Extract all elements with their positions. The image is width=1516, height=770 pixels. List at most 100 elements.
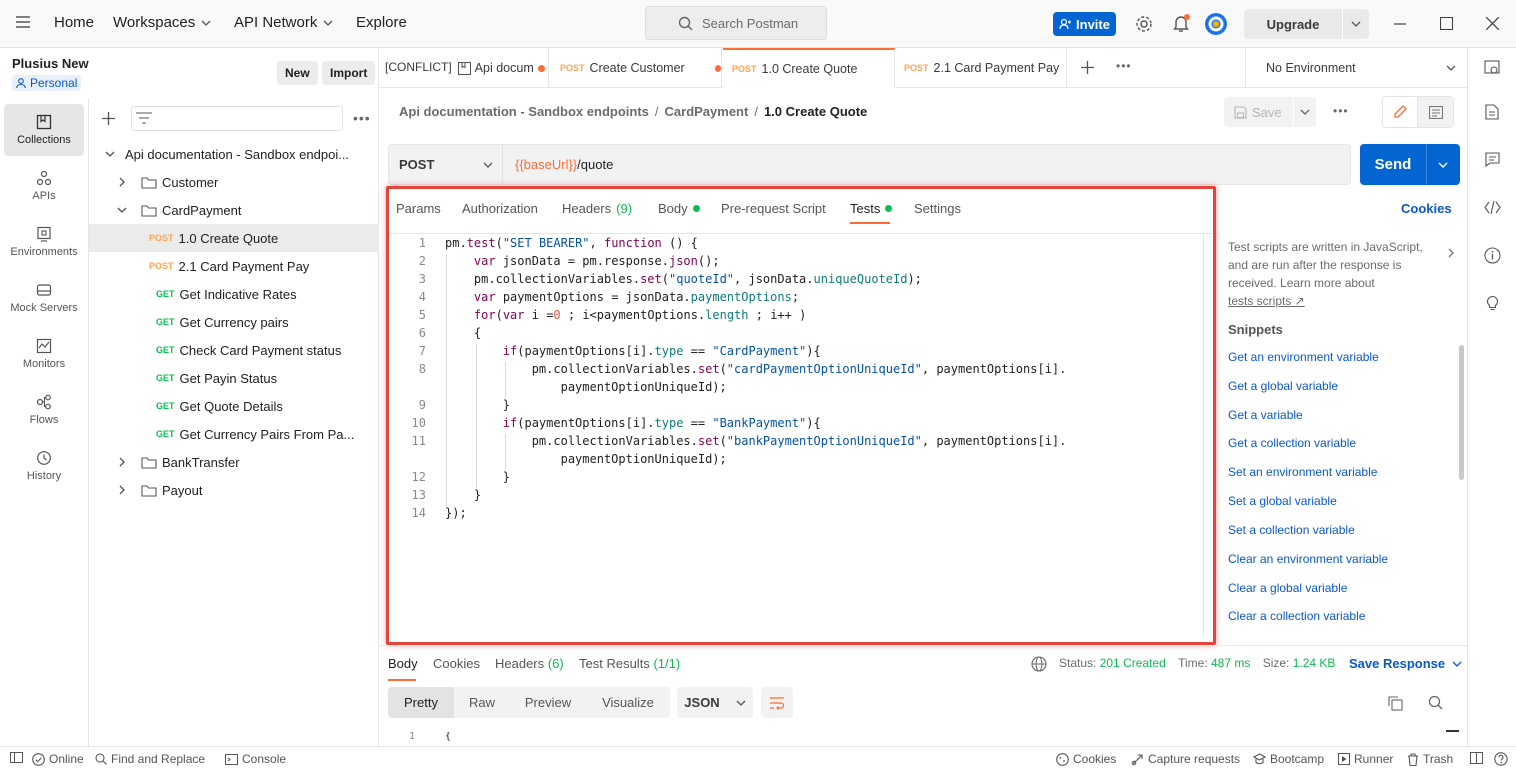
home-link[interactable]: Home xyxy=(54,14,94,31)
status-value[interactable]: 201 Created xyxy=(1100,656,1166,670)
layout-toggle-icon[interactable] xyxy=(1470,752,1483,764)
more-options-icon[interactable]: ••• xyxy=(353,110,371,126)
rail-item-environments[interactable]: Environments xyxy=(4,216,84,268)
tab-params[interactable]: Params xyxy=(396,201,441,216)
size-value[interactable]: 1.24 KB xyxy=(1293,656,1336,670)
url-input[interactable]: {{baseUrl}} /quote xyxy=(515,157,613,172)
more-options-icon[interactable]: ••• xyxy=(1333,104,1349,118)
more-tabs-icon[interactable]: ••• xyxy=(1116,59,1132,73)
online-status[interactable]: Online xyxy=(32,752,84,766)
tab-tests[interactable]: Tests xyxy=(850,201,893,216)
snippet-link[interactable]: Get a variable xyxy=(1228,408,1303,422)
add-icon[interactable] xyxy=(102,112,115,125)
tests-scripts-link[interactable]: tests scripts ↗ xyxy=(1228,292,1423,310)
notification-bell-icon[interactable] xyxy=(1172,14,1190,33)
breadcrumb-collection[interactable]: Api documentation - Sandbox endpoints xyxy=(399,104,649,119)
workspace-name[interactable]: Plusius New xyxy=(12,56,89,71)
rail-item-flows[interactable]: Flows xyxy=(4,384,84,436)
code-snippet-icon[interactable] xyxy=(1484,201,1501,214)
time-value[interactable]: 487 ms xyxy=(1211,656,1250,670)
menu-icon[interactable] xyxy=(16,16,30,28)
snippets-scrollbar[interactable] xyxy=(1459,345,1464,480)
upgrade-button[interactable]: Upgrade xyxy=(1244,9,1369,39)
response-tab-cookies[interactable]: Cookies xyxy=(433,656,480,671)
raw-view-button[interactable]: Raw xyxy=(454,687,510,718)
tab-create-customer[interactable]: POST Create Customer xyxy=(550,48,722,88)
snippet-link[interactable]: Set a collection variable xyxy=(1228,523,1355,537)
find-replace-button[interactable]: Find and Replace xyxy=(95,752,205,766)
visualize-view-button[interactable]: Visualize xyxy=(586,687,670,718)
bootcamp-button[interactable]: Bootcamp xyxy=(1253,752,1324,766)
tab-authorization[interactable]: Authorization xyxy=(462,201,538,216)
api-network-menu[interactable]: API Network xyxy=(234,14,333,31)
tab-settings[interactable]: Settings xyxy=(914,201,961,216)
tab-create-quote[interactable]: POST 1.0 Create Quote xyxy=(723,48,895,88)
new-tab-icon[interactable] xyxy=(1081,61,1094,74)
save-response-button[interactable]: Save Response xyxy=(1349,656,1462,671)
avatar[interactable] xyxy=(1204,12,1228,36)
minimize-icon[interactable] xyxy=(1394,23,1406,25)
edit-pencil-icon[interactable] xyxy=(1383,97,1418,127)
copy-icon[interactable] xyxy=(1388,696,1403,711)
response-tab-test-results[interactable]: Test Results (1/1) xyxy=(579,656,680,671)
rail-item-mock-servers[interactable]: Mock Servers xyxy=(4,272,84,324)
response-tab-body[interactable]: Body xyxy=(388,656,418,671)
trash-button[interactable]: Trash xyxy=(1407,752,1453,766)
request-item[interactable]: POST 2.1 Card Payment Pay xyxy=(89,252,379,280)
rail-item-history[interactable]: History xyxy=(4,440,84,492)
save-button[interactable]: Save xyxy=(1224,97,1316,127)
request-item[interactable]: GET Get Payin Status xyxy=(89,364,379,392)
chevron-down-icon[interactable] xyxy=(1351,21,1361,27)
documentation-view-icon[interactable] xyxy=(1418,97,1453,127)
environment-selector[interactable]: No Environment xyxy=(1245,48,1467,88)
snippet-link[interactable]: Set an environment variable xyxy=(1228,465,1377,479)
request-item[interactable]: GET Get Currency Pairs From Pa... xyxy=(89,420,379,448)
toggle-sidebar-icon[interactable] xyxy=(10,752,23,763)
close-icon[interactable] xyxy=(1486,17,1499,30)
folder-item-cardpayment[interactable]: CardPayment xyxy=(89,196,379,224)
invite-button[interactable]: Invite xyxy=(1053,12,1116,36)
settings-gear-icon[interactable] xyxy=(1135,15,1153,33)
tab-body[interactable]: Body xyxy=(658,201,700,216)
snippet-link[interactable]: Clear an environment variable xyxy=(1228,552,1388,566)
tab-pre-request-script[interactable]: Pre-request Script xyxy=(721,201,826,216)
tests-script-editor[interactable]: 1 2 3 4 5 6 7 8 9 10 11 12 13 14 pm.test… xyxy=(388,234,1205,638)
search-box[interactable]: Search Postman xyxy=(645,6,827,40)
preview-view-button[interactable]: Preview xyxy=(510,687,586,718)
snippet-link[interactable]: Clear a collection variable xyxy=(1228,609,1365,623)
tab-api-documentation[interactable]: [CONFLICT] Api docum xyxy=(379,48,549,88)
folder-item-payout[interactable]: Payout xyxy=(89,476,379,504)
request-item[interactable]: POST 1.0 Create Quote xyxy=(89,224,379,252)
snippet-link[interactable]: Get a global variable xyxy=(1228,379,1338,393)
tab-headers[interactable]: Headers (9) xyxy=(562,201,632,216)
breadcrumb-request[interactable]: 1.0 Create Quote xyxy=(764,104,867,119)
format-selector[interactable]: JSON xyxy=(677,687,753,718)
snippet-link[interactable]: Clear a global variable xyxy=(1228,581,1347,595)
maximize-icon[interactable] xyxy=(1440,17,1453,30)
capture-requests-button[interactable]: Capture requests xyxy=(1131,752,1240,766)
snippet-link[interactable]: Get an environment variable xyxy=(1228,350,1379,364)
environment-quick-look-icon[interactable] xyxy=(1484,60,1500,76)
breadcrumb-folder[interactable]: CardPayment xyxy=(665,104,749,119)
method-selector[interactable]: POST xyxy=(389,145,503,184)
folder-item-customer[interactable]: Customer xyxy=(89,168,379,196)
chevron-right-icon[interactable] xyxy=(1448,248,1454,258)
cookies-button[interactable]: Cookies xyxy=(1056,752,1116,766)
request-item[interactable]: GET Get Currency pairs xyxy=(89,308,379,336)
rail-item-apis[interactable]: APIs xyxy=(4,160,84,212)
rail-item-collections[interactable]: Collections xyxy=(4,104,84,156)
runner-button[interactable]: Runner xyxy=(1338,752,1393,766)
new-button[interactable]: New xyxy=(277,61,318,85)
rail-item-monitors[interactable]: Monitors xyxy=(4,328,84,380)
wrap-lines-icon[interactable] xyxy=(761,687,793,718)
info-icon[interactable] xyxy=(1484,247,1501,264)
tab-card-payment-pay[interactable]: POST 2.1 Card Payment Pay xyxy=(895,48,1067,88)
snippet-link[interactable]: Get a collection variable xyxy=(1228,436,1356,450)
import-button[interactable]: Import xyxy=(322,61,376,85)
globe-icon[interactable] xyxy=(1031,656,1047,672)
help-icon[interactable] xyxy=(1494,752,1508,766)
explore-link[interactable]: Explore xyxy=(356,14,407,31)
lightbulb-icon[interactable] xyxy=(1484,294,1501,311)
request-item[interactable]: GET Get Quote Details xyxy=(89,392,379,420)
documentation-icon[interactable] xyxy=(1485,104,1499,120)
